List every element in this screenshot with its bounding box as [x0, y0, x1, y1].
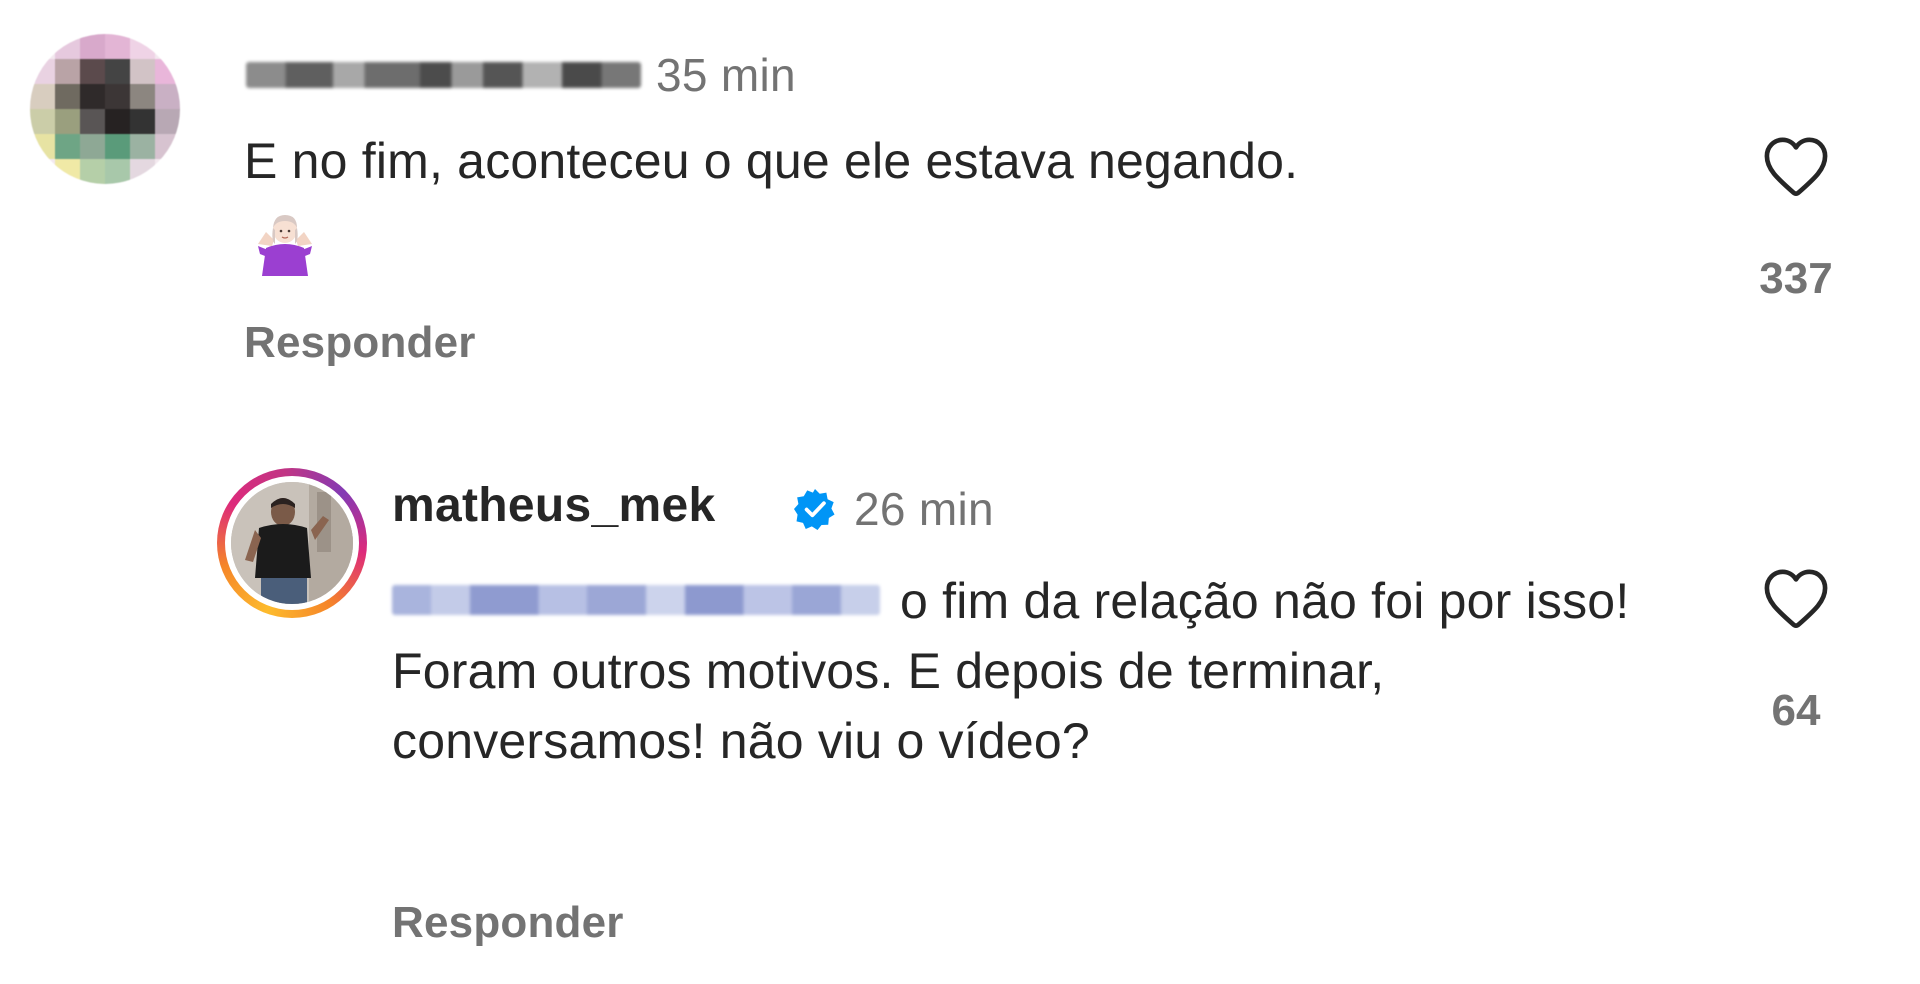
avatar[interactable]	[30, 34, 180, 184]
heart-outline-icon[interactable]	[1761, 134, 1831, 198]
username-redacted[interactable]	[246, 62, 641, 88]
comment-timestamp: 26 min	[854, 483, 994, 535]
comment-text: E no fim, aconteceu o que ele estava neg…	[244, 133, 1299, 189]
person-photo-icon	[231, 482, 353, 604]
heart-outline-icon[interactable]	[1761, 566, 1831, 630]
verified-badge-icon	[794, 489, 835, 530]
reply-button[interactable]: Responder	[244, 318, 476, 368]
like-count[interactable]: 337	[1736, 254, 1856, 304]
comment-timestamp: 35 min	[656, 49, 796, 101]
person-shrugging-emoji	[258, 215, 312, 276]
like-count[interactable]: 64	[1736, 686, 1856, 736]
avatar-photo	[231, 482, 353, 604]
comment-text: o fim da relação não foi por isso! Foram…	[392, 573, 1630, 769]
comment-username[interactable]: matheus_mek	[392, 478, 715, 533]
reply-button[interactable]: Responder	[392, 898, 624, 948]
avatar[interactable]	[217, 468, 367, 618]
